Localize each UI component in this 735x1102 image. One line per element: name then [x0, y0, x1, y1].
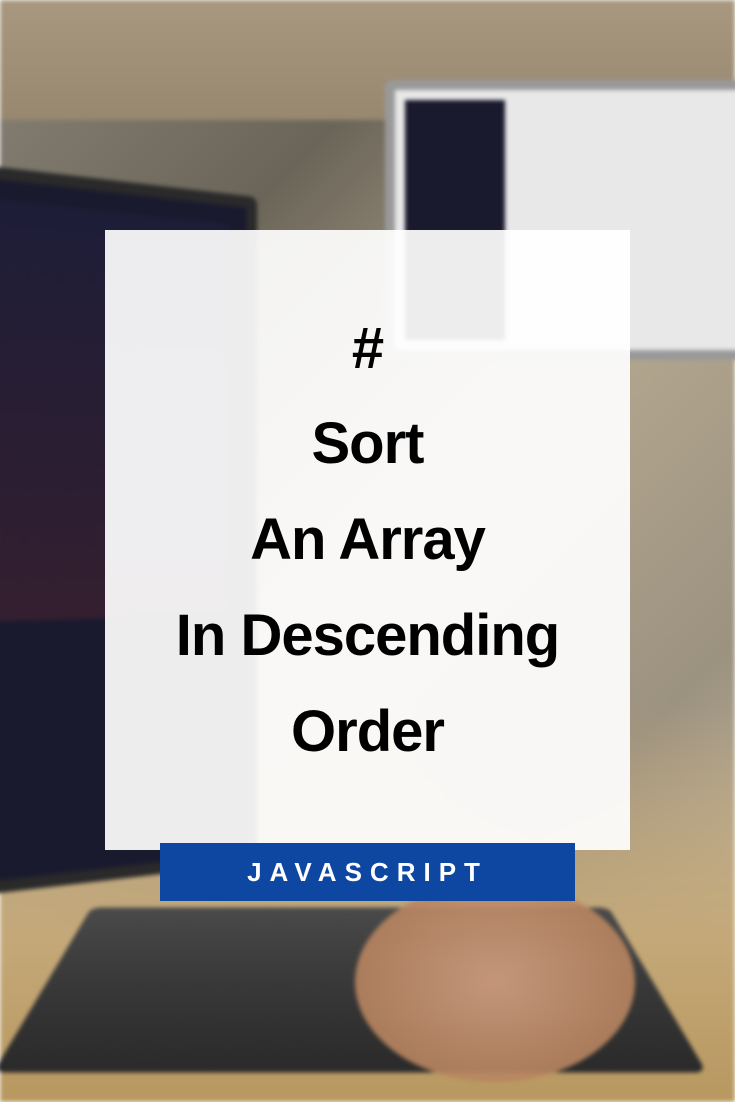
- category-badge: JAVASCRIPT: [160, 843, 575, 901]
- title-line-4: Order: [291, 699, 444, 764]
- hash-symbol: #: [352, 316, 383, 381]
- background-hands: [355, 882, 635, 1082]
- category-badge-label: JAVASCRIPT: [247, 857, 488, 888]
- title-text: # Sort An Array In Descending Order: [176, 301, 559, 779]
- title-line-2: An Array: [250, 507, 485, 572]
- title-card: # Sort An Array In Descending Order: [105, 230, 630, 850]
- title-line-1: Sort: [312, 411, 424, 476]
- title-line-3: In Descending: [176, 603, 559, 668]
